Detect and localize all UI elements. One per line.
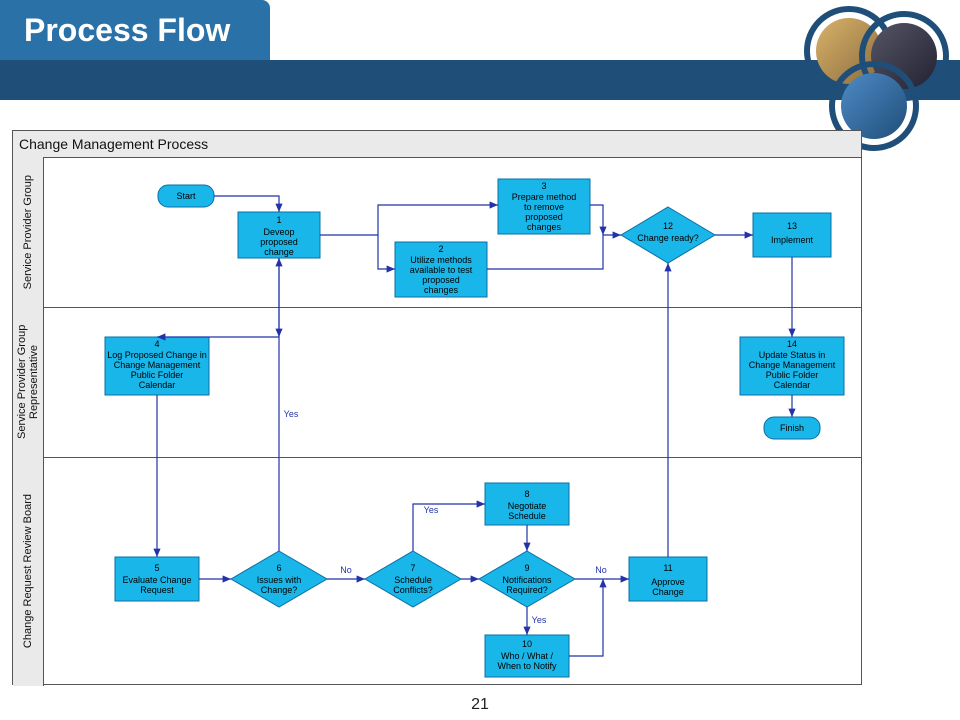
svg-text:available to test: available to test <box>410 265 473 275</box>
svg-text:proposed: proposed <box>422 275 460 285</box>
lane-label-review-board: Change Request Review Board <box>13 457 44 686</box>
svg-text:11: 11 <box>663 563 672 573</box>
svg-text:3: 3 <box>541 181 546 191</box>
svg-text:12: 12 <box>663 221 673 231</box>
svg-text:to remove: to remove <box>524 202 564 212</box>
svg-text:Implement: Implement <box>771 235 814 245</box>
svg-text:Change?: Change? <box>261 585 298 595</box>
slide-title: Process Flow <box>0 0 270 60</box>
svg-text:Finish: Finish <box>780 423 804 433</box>
svg-text:Negotiate: Negotiate <box>508 501 547 511</box>
edge-start-1 <box>214 196 279 212</box>
diagram-container: Change Management Process Service Provid… <box>12 130 862 685</box>
diagram-title: Change Management Process <box>13 131 861 158</box>
svg-text:Yes: Yes <box>284 409 299 419</box>
page-number: 21 <box>0 696 960 714</box>
svg-text:proposed: proposed <box>260 237 298 247</box>
svg-text:Yes: Yes <box>532 615 547 625</box>
svg-text:8: 8 <box>524 489 529 499</box>
slide-header-area: Process Flow <box>0 0 960 100</box>
svg-text:Public Folder: Public Folder <box>766 370 819 380</box>
svg-text:Change Management: Change Management <box>749 360 836 370</box>
svg-text:Conflicts?: Conflicts? <box>393 585 433 595</box>
diagram-frame: Change Management Process Service Provid… <box>12 130 862 685</box>
svg-text:No: No <box>340 565 352 575</box>
lane-label-provider-group: Service Provider Group <box>13 157 44 307</box>
svg-text:Yes: Yes <box>424 505 439 515</box>
svg-text:Calendar: Calendar <box>139 380 176 390</box>
svg-text:4: 4 <box>154 339 159 349</box>
svg-text:9: 9 <box>524 563 529 573</box>
svg-text:5: 5 <box>154 563 159 573</box>
svg-text:Update Status in: Update Status in <box>759 350 826 360</box>
svg-text:Public Folder: Public Folder <box>131 370 184 380</box>
svg-text:10: 10 <box>522 639 532 649</box>
svg-text:Evaluate Change: Evaluate Change <box>122 575 191 585</box>
svg-text:Issues with: Issues with <box>257 575 302 585</box>
svg-text:6: 6 <box>276 563 281 573</box>
svg-text:No: No <box>595 565 607 575</box>
svg-text:Request: Request <box>140 585 174 595</box>
svg-text:Utilize methods: Utilize methods <box>410 255 472 265</box>
svg-text:Schedule: Schedule <box>394 575 432 585</box>
svg-text:Start: Start <box>176 191 196 201</box>
svg-text:Change ready?: Change ready? <box>637 233 699 243</box>
svg-text:14: 14 <box>787 339 797 349</box>
svg-text:Schedule: Schedule <box>508 511 546 521</box>
svg-text:Log Proposed Change in: Log Proposed Change in <box>107 350 207 360</box>
svg-text:Deveop: Deveop <box>263 227 294 237</box>
svg-text:Who / What /: Who / What / <box>501 651 554 661</box>
svg-text:2: 2 <box>438 244 443 254</box>
svg-text:Change: Change <box>652 587 684 597</box>
svg-text:7: 7 <box>410 563 415 573</box>
svg-text:Prepare method: Prepare method <box>512 192 577 202</box>
flowchart-svg: Start 1 Deveop proposed change 2 Utilize… <box>43 157 863 686</box>
swimlanes: Service Provider Group Service Provider … <box>13 157 861 684</box>
svg-text:change: change <box>264 247 294 257</box>
svg-text:Calendar: Calendar <box>774 380 811 390</box>
edge-3-merge <box>590 205 603 235</box>
svg-text:When to Notify: When to Notify <box>497 661 557 671</box>
svg-text:Approve: Approve <box>651 577 685 587</box>
svg-text:13: 13 <box>787 221 797 231</box>
svg-text:proposed: proposed <box>525 212 563 222</box>
svg-text:changes: changes <box>527 222 562 232</box>
svg-text:changes: changes <box>424 285 459 295</box>
svg-text:1: 1 <box>276 215 281 225</box>
svg-text:Change Management: Change Management <box>114 360 201 370</box>
lane-label-representative: Service Provider Group Representative <box>13 307 44 457</box>
svg-text:Notifications: Notifications <box>502 575 552 585</box>
svg-text:Required?: Required? <box>506 585 548 595</box>
edge-1-3 <box>320 205 498 235</box>
edge-1-2 <box>378 235 395 269</box>
edge-10-merge <box>569 579 603 656</box>
edge-2-12 <box>487 235 621 269</box>
